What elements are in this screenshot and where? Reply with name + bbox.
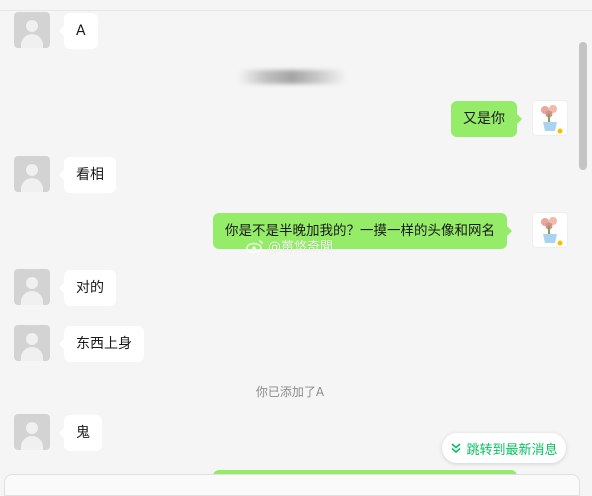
watermark-text: @薑悠奇聞 [268, 240, 334, 255]
my-avatar[interactable] [532, 100, 568, 136]
blurred-timestamp [238, 70, 346, 84]
incoming-message-bubble[interactable]: 看相 [59, 157, 116, 193]
incoming-message-bubble[interactable]: 鬼 [59, 415, 102, 451]
contact-avatar[interactable] [14, 269, 50, 305]
incoming-message-bubble[interactable]: 对的 [59, 270, 116, 306]
contact-avatar[interactable] [14, 414, 50, 450]
scrollbar-thumb[interactable] [579, 42, 587, 170]
watermark: @薑悠奇聞 [246, 236, 333, 255]
weibo-icon [246, 239, 263, 253]
message-input-area[interactable] [4, 474, 580, 496]
incoming-message-bubble[interactable]: 东西上身 [59, 326, 144, 362]
outgoing-message-bubble[interactable]: 又是你 [451, 101, 522, 137]
potted-plant-icon [541, 105, 563, 134]
double-chevron-down-icon [451, 443, 462, 454]
chat-message-list[interactable]: A 又是你 看相 你是不是半晚加我的？一摸一样的头像和网名 @薑悠奇聞 对的 东… [0, 0, 580, 490]
jump-to-latest-button[interactable]: 跳转到最新消息 [442, 433, 566, 463]
system-notice: 你已添加了A [255, 385, 325, 399]
potted-plant-icon [541, 217, 563, 246]
my-avatar[interactable] [532, 212, 568, 248]
contact-avatar[interactable] [14, 156, 50, 192]
contact-avatar[interactable] [14, 325, 50, 361]
jump-to-latest-label: 跳转到最新消息 [466, 442, 558, 458]
contact-avatar[interactable] [14, 12, 50, 48]
incoming-message-bubble[interactable]: A [59, 13, 98, 49]
